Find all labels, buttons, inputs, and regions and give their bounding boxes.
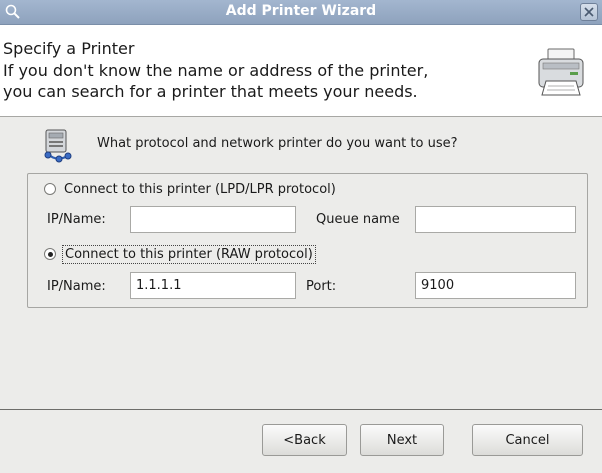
- header-separator: [0, 116, 602, 117]
- page-title: Specify a Printer: [3, 39, 135, 58]
- printer-icon: [538, 48, 584, 96]
- title-bar[interactable]: Add Printer Wizard: [0, 0, 602, 25]
- wizard-header: Specify a Printer If you don't know the …: [0, 25, 602, 116]
- queue-name-field[interactable]: [415, 206, 576, 233]
- raw-option[interactable]: Connect to this printer (RAW protocol): [44, 244, 316, 264]
- raw-ip-field[interactable]: [130, 272, 296, 299]
- footer-separator: [0, 409, 602, 410]
- lpd-ip-label: IP/Name:: [47, 212, 106, 227]
- network-printer-icon: [44, 129, 72, 163]
- window-title: Add Printer Wizard: [225, 3, 377, 19]
- raw-ip-label: IP/Name:: [47, 279, 106, 294]
- next-button[interactable]: Next: [360, 424, 444, 456]
- cancel-button[interactable]: Cancel: [472, 424, 583, 456]
- add-printer-wizard-window: Add Printer Wizard Specify a Printer If …: [0, 0, 602, 473]
- port-label: Port:: [306, 279, 337, 294]
- lpd-radio-label[interactable]: Connect to this printer (LPD/LPR protoco…: [62, 181, 338, 198]
- lpd-ip-field[interactable]: [130, 206, 296, 233]
- queue-name-label: Queue name: [316, 212, 400, 227]
- protocol-question: What protocol and network printer do you…: [97, 136, 458, 151]
- port-field[interactable]: [415, 272, 576, 299]
- close-button[interactable]: [580, 3, 598, 21]
- back-button[interactable]: <Back: [262, 424, 347, 456]
- lpd-option[interactable]: Connect to this printer (LPD/LPR protoco…: [44, 180, 338, 198]
- page-description: If you don't know the name or address of…: [3, 61, 429, 101]
- close-icon: [584, 7, 594, 17]
- raw-radio-label[interactable]: Connect to this printer (RAW protocol): [62, 244, 316, 264]
- raw-radio[interactable]: [44, 248, 56, 260]
- lpd-radio[interactable]: [44, 183, 56, 195]
